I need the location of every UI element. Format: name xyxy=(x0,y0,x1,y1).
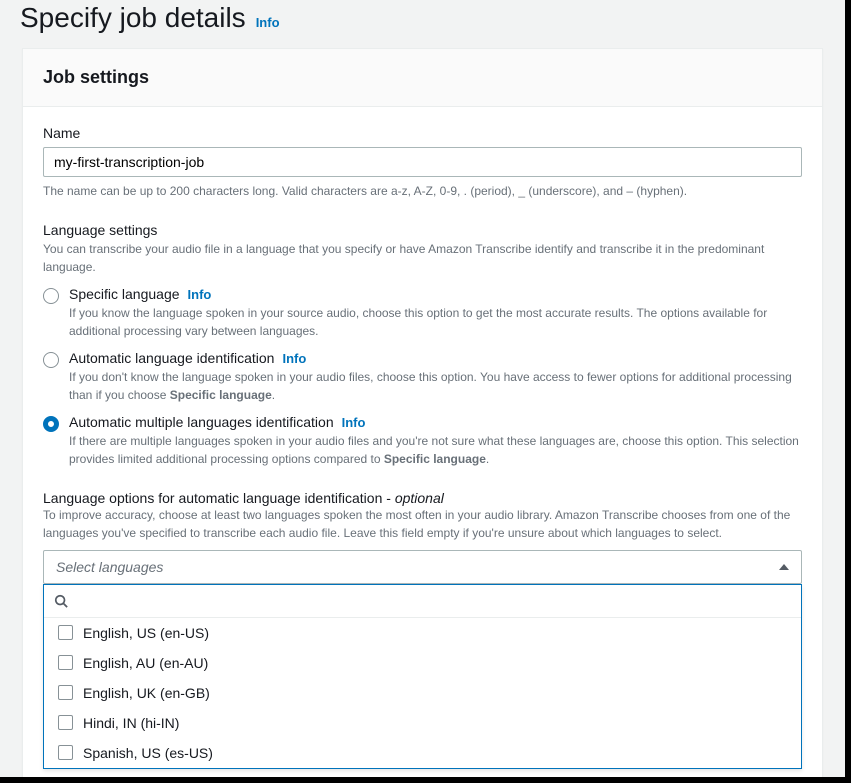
option-label: English, AU (en-AU) xyxy=(83,655,208,671)
language-option[interactable]: English, AU (en-AU) xyxy=(44,648,801,678)
radio-label: Automatic language identification xyxy=(69,350,274,366)
language-options-label-main: Language options for automatic language … xyxy=(43,490,395,506)
radio-info-link[interactable]: Info xyxy=(282,351,306,366)
radio-auto-language[interactable]: Automatic language identification Info I… xyxy=(43,350,802,404)
option-label: Hindi, IN (hi-IN) xyxy=(83,715,179,731)
page-info-link[interactable]: Info xyxy=(256,15,280,30)
radio-specific-language[interactable]: Specific language Info If you know the l… xyxy=(43,286,802,340)
checkbox[interactable] xyxy=(58,715,73,730)
language-option[interactable]: Hindi, IN (hi-IN) xyxy=(44,708,801,738)
option-label: English, US (en-US) xyxy=(83,625,209,641)
language-settings-label: Language settings xyxy=(43,222,802,238)
name-input[interactable] xyxy=(43,147,802,177)
page-title: Specify job details xyxy=(20,2,246,34)
radio-desc-bold: Specific language xyxy=(170,388,272,402)
option-label: Spanish, US (es-US) xyxy=(83,745,213,761)
radio-label: Specific language xyxy=(69,286,180,302)
radio-desc-suffix: . xyxy=(272,388,275,402)
language-search-input[interactable] xyxy=(76,591,791,611)
panel-body: Name The name can be up to 200 character… xyxy=(23,107,822,777)
radio-desc: If you don't know the language spoken in… xyxy=(69,368,802,404)
language-option[interactable]: English, UK (en-GB) xyxy=(44,678,801,708)
language-options-label-optional: optional xyxy=(395,490,444,506)
radio-desc-bold: Specific language xyxy=(384,452,486,466)
page-header: Specify job details Info xyxy=(0,0,845,48)
checkbox[interactable] xyxy=(58,625,73,640)
page-root: Specify job details Info Job settings Na… xyxy=(0,0,845,777)
radio-info-link[interactable]: Info xyxy=(188,287,212,302)
radio-info-link[interactable]: Info xyxy=(342,415,366,430)
name-field-group: Name The name can be up to 200 character… xyxy=(43,125,802,200)
checkbox[interactable] xyxy=(58,745,73,760)
language-settings-desc: You can transcribe your audio file in a … xyxy=(43,240,802,276)
language-option[interactable]: Spanish, US (es-US) xyxy=(44,738,801,768)
radio-label: Automatic multiple languages identificat… xyxy=(69,414,334,430)
option-label: English, UK (en-GB) xyxy=(83,685,210,701)
checkbox[interactable] xyxy=(58,655,73,670)
job-settings-panel: Job settings Name The name can be up to … xyxy=(22,48,823,777)
language-option[interactable]: English, US (en-US) xyxy=(44,618,801,648)
radio-button[interactable] xyxy=(43,288,59,304)
radio-content: Specific language Info If you know the l… xyxy=(69,286,802,340)
name-helper-text: The name can be up to 200 characters lon… xyxy=(43,183,802,200)
language-select-placeholder: Select languages xyxy=(56,559,163,575)
checkbox[interactable] xyxy=(58,685,73,700)
language-select-box[interactable]: Select languages xyxy=(43,550,802,584)
radio-auto-multi-language[interactable]: Automatic multiple languages identificat… xyxy=(43,414,802,468)
search-icon xyxy=(54,594,68,608)
panel-title: Job settings xyxy=(43,67,802,88)
name-label: Name xyxy=(43,125,802,141)
radio-content: Automatic multiple languages identificat… xyxy=(69,414,802,468)
radio-desc-suffix: . xyxy=(486,452,489,466)
radio-desc: If you know the language spoken in your … xyxy=(69,304,802,340)
language-options-desc: To improve accuracy, choose at least two… xyxy=(43,506,802,542)
caret-up-icon xyxy=(779,564,789,570)
language-options-list: English, US (en-US) English, AU (en-AU) … xyxy=(44,618,801,768)
language-options-label: Language options for automatic language … xyxy=(43,490,802,506)
radio-content: Automatic language identification Info I… xyxy=(69,350,802,404)
radio-button[interactable] xyxy=(43,352,59,368)
panel-header: Job settings xyxy=(23,49,822,107)
language-dropdown: English, US (en-US) English, AU (en-AU) … xyxy=(43,584,802,769)
language-search-row xyxy=(44,585,801,618)
radio-button-selected[interactable] xyxy=(43,416,59,432)
radio-desc: If there are multiple languages spoken i… xyxy=(69,432,802,468)
